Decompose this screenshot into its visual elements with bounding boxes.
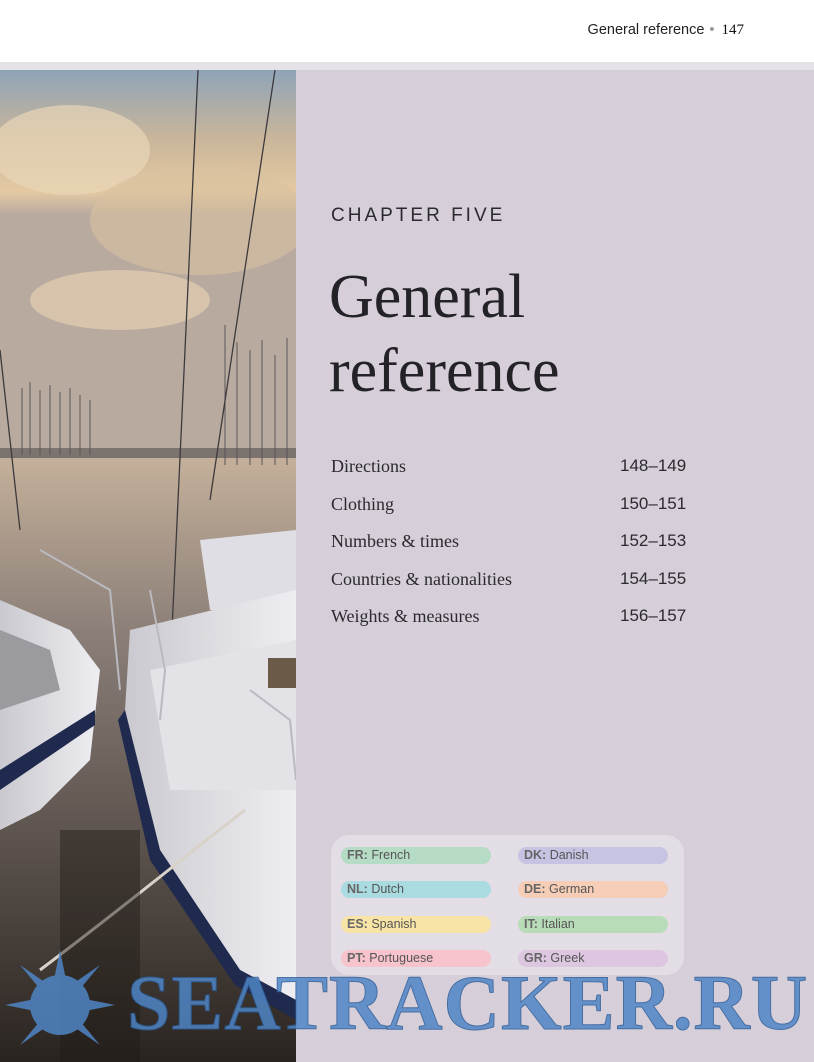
language-pill: IT: Italian — [518, 916, 668, 933]
contents-list: Directions 148–149 Clothing 150–151 Numb… — [331, 456, 691, 644]
header-band — [0, 62, 814, 70]
language-name: Spanish — [371, 917, 417, 931]
language-name: Italian — [541, 917, 575, 931]
chapter-title: General reference — [329, 260, 749, 408]
chapter-title-line-2: reference — [329, 337, 560, 405]
watermark-sun-icon — [5, 950, 115, 1045]
chapter-panel: CHAPTER FIVE General reference Direction… — [296, 70, 814, 1062]
language-code: DE: — [524, 882, 546, 896]
contents-item-pages: 150–151 — [620, 493, 687, 513]
contents-item[interactable]: Numbers & times 152–153 — [331, 531, 691, 569]
page-number: 147 — [721, 22, 745, 38]
contents-item-pages: 154–155 — [620, 568, 687, 588]
language-pill: DK: Danish — [518, 847, 668, 864]
contents-item-label: Clothing — [331, 493, 395, 514]
language-name: Danish — [549, 848, 589, 862]
language-name: German — [549, 882, 595, 896]
contents-item-label: Directions — [331, 456, 406, 476]
running-head-separator: • — [709, 22, 715, 38]
contents-item[interactable]: Countries & nationalities 154–155 — [331, 569, 691, 607]
contents-item[interactable]: Clothing 150–151 — [331, 494, 691, 532]
language-name: Dutch — [371, 882, 404, 896]
language-pill: NL: Dutch — [341, 881, 491, 898]
contents-item-pages: 148–149 — [620, 456, 687, 475]
watermark-text: SEATRACKER.RU — [126, 959, 809, 1047]
marina-photo — [0, 70, 296, 1062]
chapter-title-line-1: General — [329, 263, 526, 331]
running-head: General reference • 147 — [588, 22, 744, 39]
language-code: NL: — [347, 882, 368, 896]
page-header: General reference • 147 — [0, 0, 814, 62]
language-name: French — [371, 848, 411, 862]
language-code: DK: — [524, 848, 547, 862]
language-pill: FR: French — [341, 847, 491, 864]
contents-item-pages: 152–153 — [620, 531, 687, 550]
language-key: FR: French DK: Danish NL: Dutch DE: Germ… — [331, 835, 684, 975]
contents-item-label: Numbers & times — [331, 531, 459, 551]
contents-item-pages: 156–157 — [620, 606, 687, 625]
contents-item-label: Countries & nationalities — [331, 568, 512, 589]
language-pill: DE: German — [518, 881, 668, 898]
running-head-title: General reference — [587, 22, 705, 38]
language-code: ES: — [347, 917, 368, 931]
contents-item-label: Weights & measures — [331, 606, 480, 626]
language-code: IT: — [524, 917, 538, 931]
chapter-label: CHAPTER FIVE — [331, 205, 506, 226]
language-code: FR: — [347, 848, 368, 862]
contents-item[interactable]: Weights & measures 156–157 — [331, 606, 691, 644]
contents-item[interactable]: Directions 148–149 — [331, 456, 691, 494]
language-pill: ES: Spanish — [341, 916, 491, 933]
